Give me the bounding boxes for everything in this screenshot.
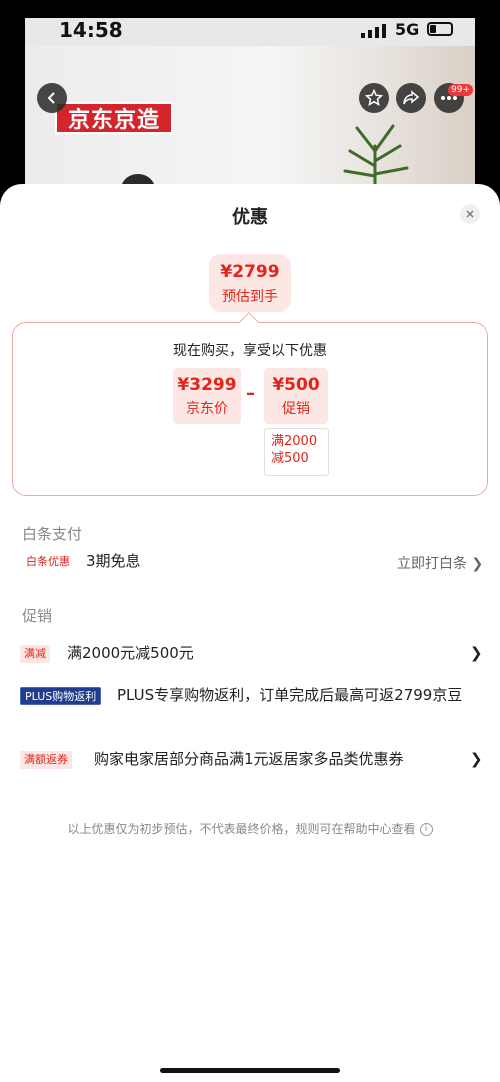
promotion-tag: PLUS购物返利 (20, 687, 102, 705)
battery-icon (427, 22, 453, 36)
promotion-sheet: 优惠 ¥2799 预估到手 现在购买，享受以下优惠 ¥3299 京东价 – ¥5… (0, 184, 500, 1082)
back-button[interactable] (37, 83, 67, 113)
baitiao-row[interactable]: 白条优惠 3期免息 立即打白条 ❯ (0, 550, 500, 574)
baitiao-text: 3期免息 (86, 552, 141, 570)
final-price-label: 预估到手 (222, 289, 278, 305)
status-bar: 14:58 5G (25, 18, 475, 46)
product-image: 京东京造 (25, 46, 475, 196)
final-price-amount: ¥2799 (220, 262, 280, 282)
promo-condition: 满2000 减500 (264, 428, 329, 476)
promo-condition-line2: 减500 (271, 451, 309, 466)
info-icon[interactable]: i (419, 823, 433, 836)
calc-title: 现在购买，享受以下优惠 (173, 343, 327, 359)
baitiao-tag: 白条优惠 (26, 555, 70, 568)
favorite-button[interactable] (359, 83, 389, 113)
footnote-text: 以上优惠仅为初步预估，不代表最终价格，规则可在帮助中心查看 (67, 822, 416, 836)
back-icon (47, 92, 55, 104)
final-price-card: ¥2799 预估到手 (209, 254, 291, 312)
promo-label: 促销 (282, 401, 310, 417)
chevron-right-icon: ❯ (470, 644, 483, 662)
promotion-tag: 满额返券 (20, 751, 72, 769)
promotion-text: 购家电家居部分商品满1元返居家多品类优惠券 (94, 750, 404, 768)
message-badge: 99+ (448, 84, 473, 96)
share-button[interactable] (396, 83, 426, 113)
signal-icon (361, 24, 386, 38)
brand-logo: 京东京造 (55, 102, 173, 134)
status-time: 14:58 (59, 18, 123, 42)
promo-amount: ¥500 (272, 375, 320, 395)
sheet-title: 优惠 (232, 207, 268, 228)
baitiao-link[interactable]: 立即打白条 ❯ (397, 553, 483, 573)
footnote: 以上优惠仅为初步预估，不代表最终价格，规则可在帮助中心查看 i (0, 820, 500, 837)
minus-operator: – (246, 383, 255, 404)
network-label: 5G (395, 20, 420, 39)
close-icon (466, 210, 474, 218)
promotion-item-plus[interactable]: PLUS购物返利 PLUS专享购物返利，订单完成后最高可返2799京豆 (0, 684, 500, 730)
close-button[interactable] (460, 204, 480, 224)
promotion-item-manjian[interactable]: 满减 满2000元减500元 ❯ (0, 642, 500, 666)
jd-price-amount: ¥3299 (177, 375, 237, 395)
chevron-right-icon: ❯ (470, 750, 483, 768)
promotion-text: 满2000元减500元 (67, 644, 194, 662)
jd-price-card: ¥3299 京东价 (173, 368, 241, 424)
promotion-text: PLUS专享购物返利，订单完成后最高可返2799京豆 (117, 686, 463, 704)
promo-condition-line1: 满2000 (271, 434, 318, 449)
jd-price-label: 京东价 (186, 401, 228, 417)
star-icon (365, 89, 383, 107)
price-calculation-box: 现在购买，享受以下优惠 ¥3299 京东价 – ¥500 促销 满2000 减5… (12, 322, 488, 496)
promotion-tag: 满减 (20, 645, 50, 663)
promotion-item-fanquan[interactable]: 满额返券 购家电家居部分商品满1元返居家多品类优惠券 ❯ (0, 748, 500, 772)
baitiao-section-label: 白条支付 (22, 525, 83, 543)
home-indicator (160, 1068, 340, 1073)
share-icon (403, 90, 420, 105)
promo-card: ¥500 促销 (264, 368, 328, 424)
promotion-section-label: 促销 (22, 607, 53, 625)
